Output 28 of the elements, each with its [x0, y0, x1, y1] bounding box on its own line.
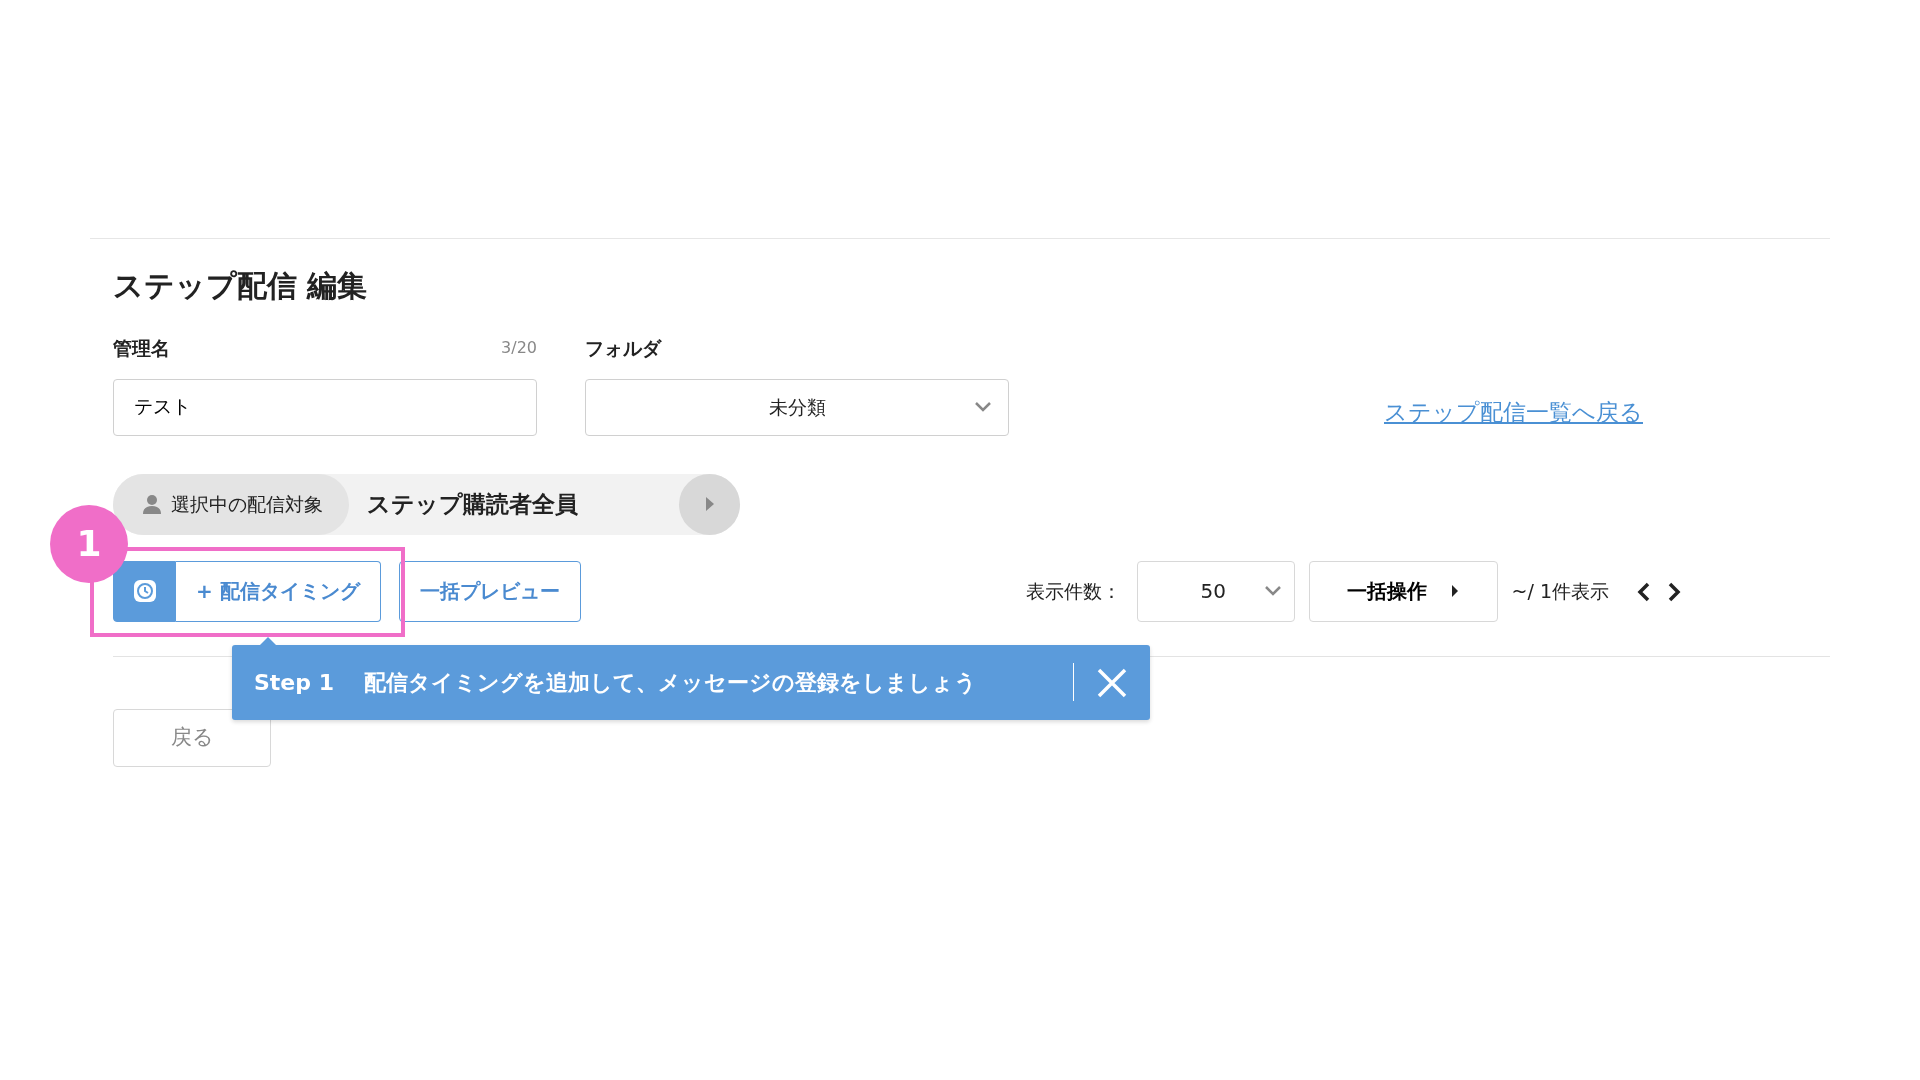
back-button[interactable]: 戻る [113, 708, 271, 767]
character-counter: 3/20 [501, 337, 537, 360]
page-title: ステップ配信 編集 [113, 267, 369, 305]
bulk-preview-button[interactable]: 一括プレビュー [398, 560, 581, 622]
per-page-select[interactable]: 50 [1136, 560, 1295, 622]
close-icon [1096, 667, 1128, 699]
clock-button[interactable] [113, 560, 176, 622]
play-icon [704, 496, 715, 512]
chevron-left-icon [1637, 581, 1651, 602]
chevron-down-icon [974, 401, 992, 413]
name-input-field[interactable]: テスト [113, 378, 537, 436]
clock-icon [132, 579, 157, 603]
per-page-label: 表示件数： [1025, 578, 1121, 604]
chevron-right-icon [1667, 581, 1681, 602]
target-value: ステップ購読者全員 [366, 489, 578, 519]
caret-right-icon [1451, 584, 1460, 598]
folder-select[interactable]: 未分類 [585, 378, 1009, 436]
range-text: ~/ 1件表示 [1511, 578, 1609, 604]
field-label: フォルダ [585, 337, 661, 359]
chevron-down-icon [1263, 585, 1282, 597]
bulk-action-button[interactable]: 一括操作 [1308, 560, 1498, 622]
person-icon [141, 493, 163, 515]
tooltip-step: Step 1 [254, 665, 334, 699]
target-label: 選択中の配信対象 [171, 491, 323, 517]
field-label: 管理名 [113, 336, 170, 361]
step-number-badge: 1 [50, 504, 128, 583]
tooltip-message: 配信タイミングを追加して、メッセージの登録をしましょう [364, 668, 977, 697]
add-timing-button[interactable]: + 配信タイミング [176, 560, 381, 622]
